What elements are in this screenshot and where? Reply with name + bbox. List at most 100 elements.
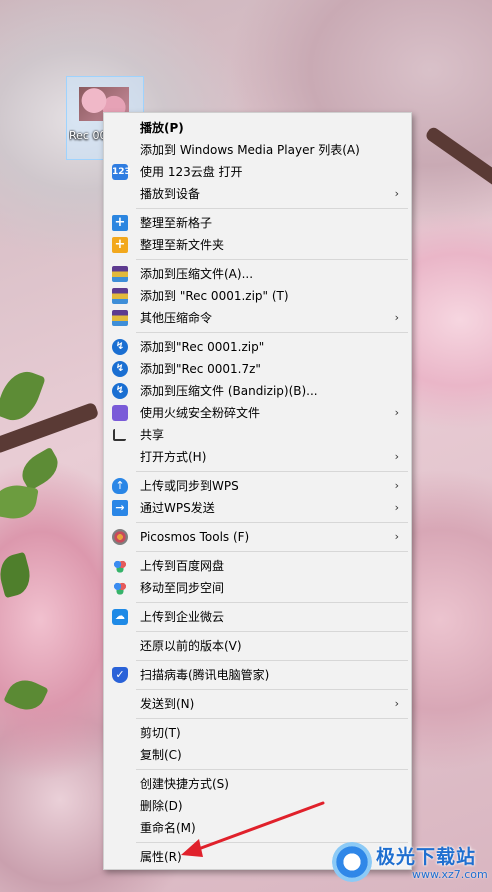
menu-item-winrar-add-zip[interactable]: 添加到 "Rec 0001.zip" (T)	[106, 285, 409, 307]
menu-separator	[136, 660, 408, 661]
leaf	[0, 551, 35, 599]
menu-item-label: 添加到"Rec 0001.7z"	[140, 362, 261, 376]
menu-item-label: 整理至新格子	[140, 216, 213, 230]
menu-item-label: 发送到(N)	[140, 697, 195, 711]
picosmos-icon	[112, 529, 128, 545]
menu-item-copy[interactable]: 复制(C)	[106, 744, 409, 766]
wps-send-icon: →	[112, 500, 128, 516]
menu-item-label: 添加到"Rec 0001.zip"	[140, 340, 265, 354]
menu-item-label: 通过WPS发送	[140, 501, 215, 515]
menu-separator	[136, 769, 408, 770]
leaf	[15, 446, 65, 492]
menu-item-play[interactable]: 播放(P)	[106, 117, 409, 139]
winrar-icon	[112, 310, 128, 326]
menu-item-wps-send[interactable]: → 通过WPS发送 ›	[106, 497, 409, 519]
weiyun-icon: ☁	[112, 609, 128, 625]
leaf	[0, 365, 46, 427]
menu-item-winrar-add[interactable]: 添加到压缩文件(A)...	[106, 263, 409, 285]
menu-item-bandizip-7z[interactable]: ↯ 添加到"Rec 0001.7z"	[106, 358, 409, 380]
menu-item-label: 其他压缩命令	[140, 311, 213, 325]
branch	[424, 125, 492, 189]
menu-item-label: 播放(P)	[140, 121, 184, 135]
123-cloud-icon: 123	[112, 164, 131, 180]
menu-separator	[136, 208, 408, 209]
menu-item-label: 添加到 "Rec 0001.zip" (T)	[140, 289, 289, 303]
bandizip-icon: ↯	[112, 361, 128, 377]
menu-item-label: 使用 123云盘 打开	[140, 165, 243, 179]
menu-item-label: 上传或同步到WPS	[140, 479, 239, 493]
leaf	[3, 673, 49, 717]
menu-item-label: 扫描病毒(腾讯电脑管家)	[140, 668, 270, 682]
menu-item-wps-upload[interactable]: ↑ 上传或同步到WPS ›	[106, 475, 409, 497]
menu-item-new-fence[interactable]: + 整理至新格子	[106, 212, 409, 234]
menu-item-label: 添加到压缩文件 (Bandizip)(B)...	[140, 384, 318, 398]
chevron-right-icon: ›	[394, 187, 399, 200]
menu-item-bandizip-add[interactable]: ↯ 添加到压缩文件 (Bandizip)(B)...	[106, 380, 409, 402]
menu-item-huorong-shred[interactable]: 使用火绒安全粉碎文件 ›	[106, 402, 409, 424]
bandizip-icon: ↯	[112, 383, 128, 399]
chevron-right-icon: ›	[394, 501, 399, 514]
tencent-shield-icon: ✓	[112, 667, 128, 683]
menu-item-virus-scan[interactable]: ✓ 扫描病毒(腾讯电脑管家)	[106, 664, 409, 686]
baidu-netdisk-icon	[112, 558, 128, 574]
huorong-shredder-icon	[112, 405, 128, 421]
menu-item-winrar-more[interactable]: 其他压缩命令 ›	[106, 307, 409, 329]
chevron-right-icon: ›	[394, 406, 399, 419]
leaf	[0, 481, 39, 523]
menu-item-add-to-wmp-list[interactable]: 添加到 Windows Media Player 列表(A)	[106, 139, 409, 161]
chevron-right-icon: ›	[394, 450, 399, 463]
watermark-title: 极光下载站	[376, 846, 477, 868]
menu-item-new-folder-fence[interactable]: + 整理至新文件夹	[106, 234, 409, 256]
fences-orange-icon: +	[112, 237, 128, 253]
menu-separator	[136, 259, 408, 260]
menu-separator	[136, 602, 408, 603]
watermark: 极光下载站 www.xz7.com	[332, 838, 492, 888]
menu-item-send-to[interactable]: 发送到(N) ›	[106, 693, 409, 715]
watermark-url: www.xz7.com	[412, 868, 488, 881]
menu-item-weiyun-upload[interactable]: ☁ 上传到企业微云	[106, 606, 409, 628]
chevron-right-icon: ›	[394, 479, 399, 492]
menu-item-open-with[interactable]: 打开方式(H) ›	[106, 446, 409, 468]
menu-item-baidu-sync[interactable]: 移动至同步空间	[106, 577, 409, 599]
menu-item-bandizip-zip[interactable]: ↯ 添加到"Rec 0001.zip"	[106, 336, 409, 358]
fences-blue-icon: +	[112, 215, 128, 231]
context-menu: 播放(P) 添加到 Windows Media Player 列表(A) 123…	[103, 112, 412, 870]
bandizip-icon: ↯	[112, 339, 128, 355]
winrar-icon	[112, 266, 128, 282]
annotation-arrow	[181, 801, 325, 857]
chevron-right-icon: ›	[394, 530, 399, 543]
menu-item-cast-to-device[interactable]: 播放到设备 ›	[106, 183, 409, 205]
menu-separator	[136, 689, 408, 690]
menu-item-label: 添加到 Windows Media Player 列表(A)	[140, 143, 360, 157]
menu-item-create-shortcut[interactable]: 创建快捷方式(S)	[106, 773, 409, 795]
watermark-logo-icon	[332, 842, 372, 882]
menu-item-label: 剪切(T)	[140, 726, 181, 740]
menu-item-label: 打开方式(H)	[140, 450, 207, 464]
menu-item-label: 上传到百度网盘	[140, 559, 225, 573]
menu-item-label: 上传到企业微云	[140, 610, 225, 624]
menu-item-label: 创建快捷方式(S)	[140, 777, 229, 791]
winrar-icon	[112, 288, 128, 304]
wps-cloud-icon: ↑	[112, 478, 128, 494]
menu-item-baidu-upload[interactable]: 上传到百度网盘	[106, 555, 409, 577]
menu-separator	[136, 631, 408, 632]
menu-item-restore-versions[interactable]: 还原以前的版本(V)	[106, 635, 409, 657]
share-icon	[113, 429, 126, 441]
menu-separator	[136, 718, 408, 719]
menu-item-label: 添加到压缩文件(A)...	[140, 267, 254, 281]
menu-item-picosmos-tools[interactable]: Picosmos Tools (F) ›	[106, 526, 409, 548]
menu-item-open-with-123pan[interactable]: 123 使用 123云盘 打开	[106, 161, 409, 183]
menu-item-label: 播放到设备	[140, 187, 201, 201]
menu-item-label: 整理至新文件夹	[140, 238, 225, 252]
menu-item-label: Picosmos Tools (F)	[140, 530, 250, 544]
menu-separator	[136, 471, 408, 472]
menu-separator	[136, 551, 408, 552]
menu-separator	[136, 522, 408, 523]
chevron-right-icon: ›	[394, 311, 399, 324]
menu-item-cut[interactable]: 剪切(T)	[106, 722, 409, 744]
menu-item-label: 共享	[140, 428, 165, 442]
baidu-netdisk-icon	[112, 580, 128, 596]
menu-item-share[interactable]: 共享	[106, 424, 409, 446]
chevron-right-icon: ›	[394, 697, 399, 710]
menu-item-label: 使用火绒安全粉碎文件	[140, 406, 261, 420]
